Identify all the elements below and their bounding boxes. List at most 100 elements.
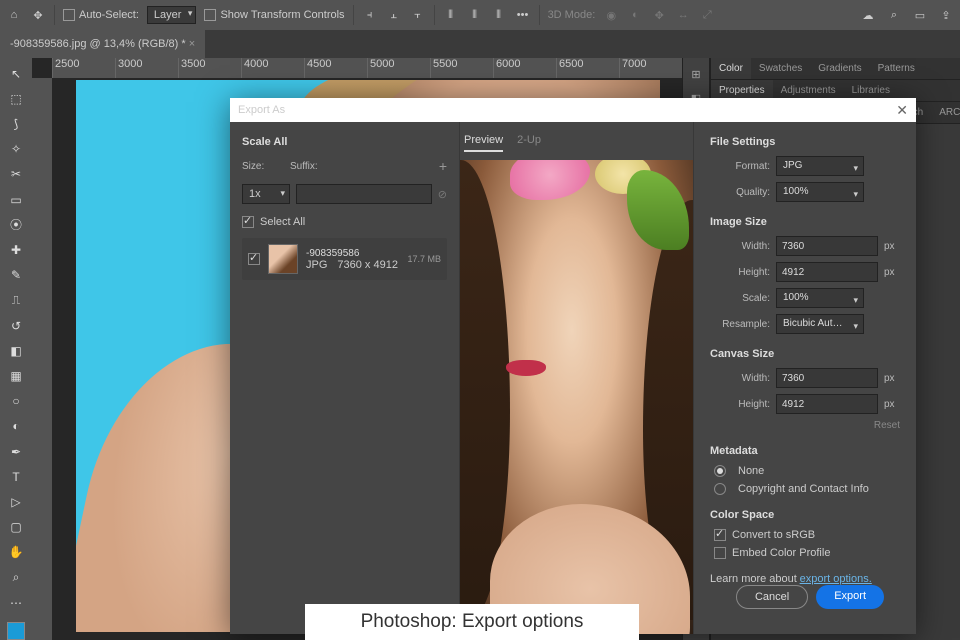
quality-select[interactable]: 100% <box>776 182 864 202</box>
edit-toolbar-icon[interactable]: ⋯ <box>6 593 26 612</box>
healing-brush-icon[interactable]: ✚ <box>6 240 26 259</box>
cloud-icon[interactable]: ☁ <box>860 7 876 23</box>
auto-select-label: Auto-Select: <box>79 9 139 21</box>
frame-tool-icon[interactable]: ▭ <box>6 190 26 209</box>
path-tool-icon[interactable]: ▷ <box>6 492 26 511</box>
pan-icon: ✥ <box>651 7 667 23</box>
marquee-tool-icon[interactable]: ⬚ <box>6 89 26 108</box>
close-tab-icon[interactable]: × <box>189 38 195 50</box>
share-icon[interactable]: ⇪ <box>938 7 954 23</box>
document-tab-label: -908359586.jpg @ 13,4% (RGB/8) * <box>10 38 186 50</box>
separator <box>434 5 435 25</box>
panel-icon[interactable]: ⊞ <box>688 66 704 82</box>
export-button[interactable]: Export <box>816 585 884 609</box>
suffix-label: Suffix: <box>290 161 433 172</box>
roll-icon: ◐ <box>627 7 643 23</box>
dialog-titlebar: Export As ✕ <box>230 98 916 122</box>
more-icon[interactable]: ••• <box>515 7 531 23</box>
tab-preview[interactable]: Preview <box>464 134 503 152</box>
file-settings-heading: File Settings <box>710 136 900 148</box>
suffix-input[interactable] <box>296 184 432 204</box>
lasso-tool-icon[interactable]: ⟆ <box>6 114 26 133</box>
options-bar: ⌂ ✥ Auto-Select: Layer Show Transform Co… <box>0 0 960 30</box>
tab-2up[interactable]: 2-Up <box>517 134 541 152</box>
size-label: Size: <box>242 161 284 172</box>
dodge-tool-icon[interactable]: ◐ <box>6 417 26 436</box>
crop-tool-icon[interactable]: ✂ <box>6 165 26 184</box>
embed-profile-checkbox[interactable] <box>714 547 726 559</box>
tab-patterns[interactable]: Patterns <box>870 58 923 79</box>
distribute-icon[interactable]: ⦀ <box>467 7 483 23</box>
layer-select[interactable]: Layer <box>147 6 197 24</box>
preview-image <box>460 160 693 634</box>
metadata-none-label: None <box>738 465 764 477</box>
size-select[interactable]: 1x <box>242 184 290 204</box>
unit-label: px <box>884 373 900 384</box>
preview-column: Preview 2-Up <box>460 122 694 634</box>
height-input[interactable] <box>776 262 878 282</box>
home-icon[interactable]: ⌂ <box>6 7 22 23</box>
document-tab[interactable]: -908359586.jpg @ 13,4% (RGB/8) * × <box>0 30 205 58</box>
pen-tool-icon[interactable]: ✒ <box>6 442 26 461</box>
resample-select[interactable]: Bicubic Auto... <box>776 314 864 334</box>
width-input[interactable] <box>776 236 878 256</box>
ruler-horizontal: 2500300035004000450050005500600065007000 <box>52 58 682 78</box>
remove-size-icon[interactable]: ⊘ <box>438 188 447 201</box>
blur-tool-icon[interactable]: ○ <box>6 392 26 411</box>
asset-checkbox[interactable] <box>248 253 260 265</box>
tab-gradients[interactable]: Gradients <box>810 58 869 79</box>
metadata-none-radio[interactable] <box>714 465 726 477</box>
align-right-icon[interactable]: ⫟ <box>410 7 426 23</box>
zoom-tool-icon[interactable]: ⌕ <box>6 568 26 587</box>
eyedropper-icon[interactable]: ⦿ <box>6 215 26 234</box>
settings-column: File Settings Format:JPG Quality:100% Im… <box>694 122 916 634</box>
search-icon[interactable]: ⌕ <box>886 7 902 23</box>
auto-select-checkbox[interactable]: Auto-Select: <box>63 9 139 21</box>
move-icon[interactable]: ✥ <box>30 7 46 23</box>
gradient-tool-icon[interactable]: ▦ <box>6 366 26 385</box>
foreground-swatch[interactable] <box>7 622 25 639</box>
canvas-width-input[interactable] <box>776 368 878 388</box>
distribute-icon[interactable]: ⦀ <box>443 7 459 23</box>
srgb-label: Convert to sRGB <box>732 529 815 541</box>
asset-name: -908359586 <box>306 248 399 259</box>
canvas-height-label: Height: <box>710 399 770 410</box>
format-select[interactable]: JPG <box>776 156 864 176</box>
metadata-copyright-radio[interactable] <box>714 483 726 495</box>
srgb-checkbox[interactable] <box>714 529 726 541</box>
scale-select[interactable]: 100% <box>776 288 864 308</box>
type-tool-icon[interactable]: T <box>6 467 26 486</box>
show-transform-checkbox[interactable]: Show Transform Controls <box>204 9 344 21</box>
workspace-icon[interactable]: ▭ <box>912 7 928 23</box>
canvas-height-input[interactable] <box>776 394 878 414</box>
unit-label: px <box>884 399 900 410</box>
toolbar: ↖ ⬚ ⟆ ✧ ✂ ▭ ⦿ ✚ ✎ ⎍ ↺ ◧ ▦ ○ ◐ ✒ T ▷ ▢ ✋ … <box>0 58 32 640</box>
select-all-checkbox[interactable] <box>242 216 254 228</box>
hand-tool-icon[interactable]: ✋ <box>6 543 26 562</box>
close-icon[interactable]: ✕ <box>896 102 908 119</box>
metadata-copyright-label: Copyright and Contact Info <box>738 483 869 495</box>
brush-tool-icon[interactable]: ✎ <box>6 266 26 285</box>
align-left-icon[interactable]: ⫞ <box>362 7 378 23</box>
zoom-icon: ⤢ <box>699 7 715 23</box>
reset-button[interactable]: Reset <box>710 420 900 431</box>
shape-tool-icon[interactable]: ▢ <box>6 518 26 537</box>
align-center-icon[interactable]: ⫠ <box>386 7 402 23</box>
tab-color[interactable]: Color <box>711 58 751 79</box>
add-size-icon[interactable]: + <box>439 158 447 174</box>
scale-column: Scale All Size: Suffix: + 1x ⊘ Select Al… <box>230 122 460 634</box>
move-tool-icon[interactable]: ↖ <box>6 64 26 83</box>
tab-arcmask[interactable]: ARCMask <box>931 102 960 123</box>
history-brush-icon[interactable]: ↺ <box>6 316 26 335</box>
asset-filesize: 17.7 MB <box>407 254 441 264</box>
tab-swatches[interactable]: Swatches <box>751 58 810 79</box>
mode3d-label: 3D Mode: <box>548 9 596 21</box>
stamp-tool-icon[interactable]: ⎍ <box>6 291 26 310</box>
wand-tool-icon[interactable]: ✧ <box>6 140 26 159</box>
asset-row[interactable]: -908359586 JPG7360 x 4912 17.7 MB <box>242 238 447 280</box>
dialog-title: Export As <box>238 104 285 116</box>
distribute-icon[interactable]: ⦀ <box>491 7 507 23</box>
cancel-button[interactable]: Cancel <box>736 585 808 609</box>
eraser-tool-icon[interactable]: ◧ <box>6 341 26 360</box>
export-options-link[interactable]: export options. <box>800 573 872 585</box>
